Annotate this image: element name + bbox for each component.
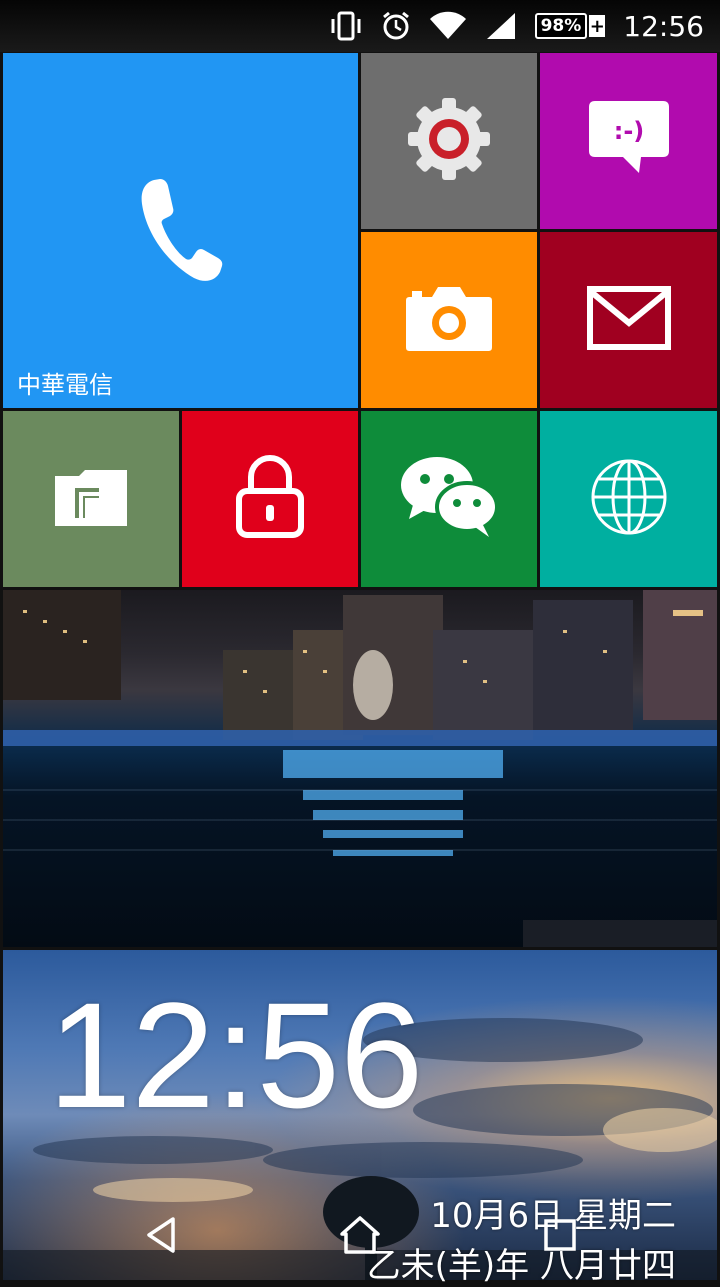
back-button[interactable]: [136, 1212, 186, 1258]
tile-messaging[interactable]: :-): [540, 53, 717, 229]
tile-wechat[interactable]: [361, 411, 537, 587]
recents-icon: [544, 1219, 576, 1251]
battery-icon: 98% +: [534, 13, 606, 39]
phone-icon: [136, 174, 226, 288]
river-night-image: [3, 590, 717, 947]
tile-lock[interactable]: [182, 411, 358, 587]
back-icon: [147, 1217, 175, 1253]
status-bar: 98% + 12:56: [0, 0, 720, 52]
tile-files[interactable]: [3, 411, 179, 587]
tile-phone[interactable]: 中華電信: [3, 53, 358, 408]
tile-mail[interactable]: [540, 232, 717, 408]
wechat-icon: [399, 455, 499, 543]
charging-icon: +: [589, 15, 606, 37]
widget-clock-time: 12:56: [48, 971, 424, 1139]
tile-settings[interactable]: [361, 53, 537, 229]
tile-camera[interactable]: [361, 232, 537, 408]
globe-icon: [589, 457, 669, 541]
navigation-bar: [0, 1190, 720, 1280]
folder-icon: [53, 466, 129, 532]
camera-icon: [404, 283, 494, 357]
padlock-icon: [235, 455, 305, 543]
message-face: :-): [613, 117, 644, 145]
vibrate-icon: [329, 11, 363, 41]
tile-browser[interactable]: [540, 411, 717, 587]
battery-percent: 98%: [534, 13, 588, 39]
mail-envelope-icon: [586, 285, 672, 355]
message-bubble-icon: :-): [587, 99, 671, 183]
signal-icon: [485, 11, 517, 41]
status-time: 12:56: [623, 9, 704, 43]
home-button[interactable]: [335, 1212, 385, 1258]
carrier-label: 中華電信: [17, 371, 113, 399]
alarm-icon: [381, 11, 411, 41]
home-icon: [340, 1216, 380, 1254]
wifi-icon: [429, 11, 467, 41]
settings-gear-icon: [404, 94, 494, 188]
photo-tile-river-night[interactable]: [3, 590, 717, 947]
recents-button[interactable]: [535, 1212, 585, 1258]
